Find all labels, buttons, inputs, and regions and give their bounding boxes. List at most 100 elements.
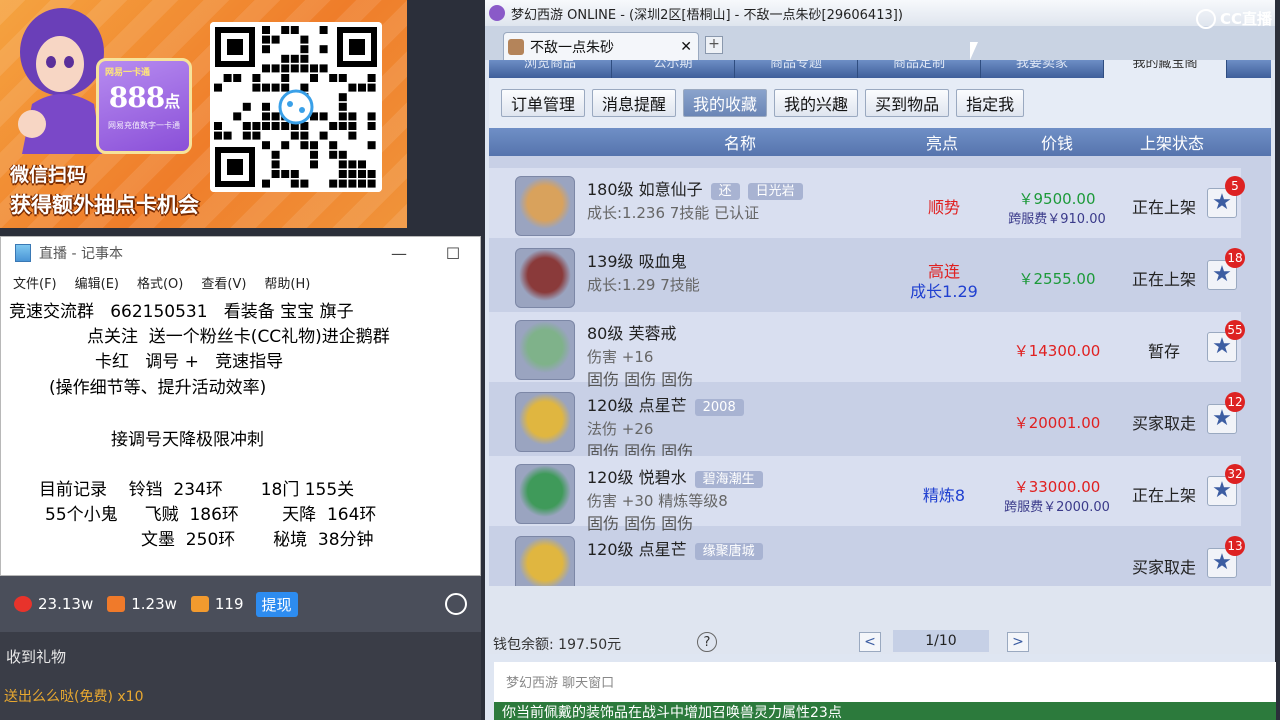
tab-public[interactable]: 公示期	[612, 60, 735, 78]
chat-message: 你当前佩戴的装饰品在战斗中增加召唤兽灵力属性23点	[494, 702, 1276, 720]
item-price: ￥20001.00	[1013, 414, 1101, 432]
favorite-count-badge: 12	[1225, 392, 1245, 412]
item-tag: 还	[710, 183, 740, 200]
purchased-button[interactable]: 买到物品	[865, 89, 950, 117]
menu-format[interactable]: 格式(O)	[137, 273, 183, 292]
new-tab-button[interactable]: +	[705, 36, 723, 54]
cc-live-logo: CC直播	[1196, 8, 1272, 29]
tab-custom[interactable]: 商品定制	[858, 60, 981, 78]
item-price: ￥9500.00	[1018, 190, 1096, 208]
withdraw-button[interactable]: 提现	[255, 591, 298, 617]
table-row[interactable]: 80级 芙蓉戒 伤害 +16 固伤 固伤 固伤 ￥14300.00 暂存 ★ 55	[489, 312, 1245, 389]
favorite-count-badge: 32	[1225, 464, 1245, 484]
minimize-button[interactable]: —	[372, 244, 426, 263]
gift-count: 119	[190, 595, 244, 613]
text-line: 文墨 250环 秘境 38分钟	[141, 530, 374, 550]
cc-logo-icon	[1196, 8, 1216, 29]
item-icon[interactable]	[515, 320, 575, 380]
item-icon[interactable]	[515, 536, 575, 586]
item-crossserver-fee: 跨服费￥910.00	[1008, 212, 1106, 227]
menu-file[interactable]: 文件(F)	[13, 273, 57, 292]
close-tab-icon[interactable]: ✕	[680, 39, 692, 55]
menu-view[interactable]: 查看(V)	[201, 273, 246, 292]
notepad-icon	[15, 244, 31, 262]
item-highlight: 顺势	[927, 198, 960, 217]
game-titlebar[interactable]: 梦幻西游 ONLINE - (深圳2区[梧桐山] - 不敌一点朱砂[296064…	[485, 0, 1275, 26]
tab-topics[interactable]: 商品专题	[735, 60, 858, 78]
table-row[interactable]: 139级 吸血鬼 成长:1.29 7技能 高连 成长1.29 ￥2555.00 正在上架 ★…	[489, 240, 1245, 310]
item-price: ￥2555.00	[1018, 270, 1096, 288]
item-icon[interactable]	[515, 464, 575, 524]
browser-tab-row: 不敌一点朱砂 ✕ +	[485, 26, 1275, 60]
favorites-button[interactable]: 我的收藏	[683, 89, 768, 117]
text-line: 点关注 送一个粉丝卡(CC礼物)进企鹅群	[87, 327, 390, 347]
item-tag: 碧海潮生	[694, 471, 763, 488]
item-icon[interactable]	[515, 248, 575, 308]
mouse-cursor-icon	[970, 42, 978, 60]
game-window[interactable]: 梦幻西游 ONLINE - (深圳2区[梧桐山] - 不敌一点朱砂[296064…	[485, 0, 1275, 720]
item-detail: 伤害 +16	[587, 348, 654, 366]
menu-edit[interactable]: 编辑(E)	[75, 273, 119, 292]
item-title: 120级 点星芒 缘聚唐城	[587, 536, 763, 560]
live-stats-bar: 23.13w 1.23w 119 提现	[0, 576, 481, 632]
messages-button[interactable]: 消息提醒	[592, 89, 677, 117]
item-title: 180级 如意仙子还日光岩	[587, 176, 803, 200]
card-brand: 网易一卡通	[105, 68, 151, 78]
top-tab-strip: 浏览商品 公示期 商品专题 商品定制 我要卖家 我的藏宝阁	[489, 60, 1271, 78]
item-highlight-2: 成长1.29	[910, 282, 978, 301]
table-row[interactable]: 180级 如意仙子还日光岩成长:1.236 7技能 已认证 顺势 ￥9500.00 跨…	[489, 168, 1245, 238]
text-line: 55个小鬼 飞贼 186环 天降 164环	[45, 505, 377, 525]
notepad-titlebar[interactable]: 直播 - 记事本 — ☐	[1, 237, 480, 269]
gift-panel-title: 收到礼物	[6, 648, 67, 666]
notepad-window[interactable]: 直播 - 记事本 — ☐ 文件(F) 编辑(E) 格式(O) 查看(V) 帮助(…	[0, 236, 481, 576]
favorite-count-badge: 5	[1225, 176, 1245, 196]
table-row[interactable]: 120级 点星芒 2008 法伤 +26 固伤 固伤 固伤 ￥20001.00 买家取走 ★…	[489, 384, 1245, 461]
browser-tab[interactable]: 不敌一点朱砂 ✕	[503, 32, 699, 60]
designated-button[interactable]: 指定我	[956, 89, 1025, 117]
item-tag: 2008	[694, 399, 744, 416]
table-header: 名称 亮点 价钱 上架状态	[489, 128, 1271, 156]
item-status: 正在上架	[1131, 198, 1196, 217]
item-price: ￥14300.00	[1013, 342, 1101, 360]
orders-button[interactable]: 订单管理	[501, 89, 586, 117]
item-status: 买家取走	[1131, 558, 1196, 577]
header-highlight: 亮点	[925, 134, 958, 153]
item-status: 买家取走	[1131, 414, 1196, 433]
qr-code[interactable]	[210, 22, 382, 192]
tab-my-pavilion[interactable]: 我的藏宝阁	[1104, 60, 1227, 78]
tab-browse[interactable]: 浏览商品	[489, 60, 612, 78]
tab-seller[interactable]: 我要卖家	[981, 60, 1104, 78]
card-amount: 888点	[108, 81, 180, 114]
ad-banner[interactable]: 网易一卡通 888点 网易充值数字一卡通 微信扫码 获得额外抽点卡机会	[0, 0, 407, 228]
item-detail: 法伤 +26	[587, 420, 654, 438]
table-row[interactable]: 120级 点星芒 缘聚唐城 买家取走 ★ 13	[489, 528, 1245, 586]
notepad-text-area[interactable]: 竞速交流群 662150531 看装备 宝宝 旗子 点关注 送一个粉丝卡(CC礼…	[1, 295, 480, 567]
item-status: 暂存	[1147, 342, 1180, 361]
maximize-button[interactable]: ☐	[426, 244, 480, 263]
next-page-button[interactable]: >	[1007, 632, 1029, 652]
favorites-list[interactable]: 180级 如意仙子还日光岩成长:1.236 7技能 已认证 顺势 ￥9500.00 跨…	[489, 156, 1271, 586]
table-row[interactable]: 120级 悦碧水 碧海潮生 伤害 +30 精炼等级8 固伤 固伤 固伤 精炼8 ￥3300…	[489, 456, 1245, 533]
item-status: 正在上架	[1131, 270, 1196, 289]
chat-title: 梦幻西游 聊天窗口	[506, 676, 615, 691]
text-line: 接调号天降极限冲刺	[111, 430, 264, 450]
text-line: 卡红 调号 + 竞速指导	[95, 352, 284, 372]
header-price: 价钱	[1040, 134, 1073, 153]
settings-icon[interactable]	[445, 593, 467, 615]
prev-page-button[interactable]: <	[859, 632, 881, 652]
page-indicator: 1/10	[893, 630, 989, 652]
menu-help[interactable]: 帮助(H)	[264, 273, 310, 292]
help-icon[interactable]: ?	[697, 632, 717, 652]
item-price: ￥33000.00	[1013, 478, 1101, 496]
item-title: 120级 悦碧水 碧海潮生	[587, 464, 763, 488]
item-status: 正在上架	[1131, 486, 1196, 505]
interests-button[interactable]: 我的兴趣	[774, 89, 859, 117]
text-line: (操作细节等、提升活动效率)	[49, 378, 267, 398]
chat-window[interactable]: 梦幻西游 聊天窗口 你当前佩戴的装饰品在战斗中增加召唤兽灵力属性23点	[494, 662, 1276, 720]
favorite-count-badge: 13	[1225, 536, 1245, 556]
item-detail: 成长:1.29 7技能	[587, 276, 700, 294]
item-detail: 成长:1.236 7技能 已认证	[587, 204, 760, 222]
item-icon[interactable]	[515, 392, 575, 452]
item-highlight: 精炼8	[922, 486, 966, 505]
item-icon[interactable]	[515, 176, 575, 236]
